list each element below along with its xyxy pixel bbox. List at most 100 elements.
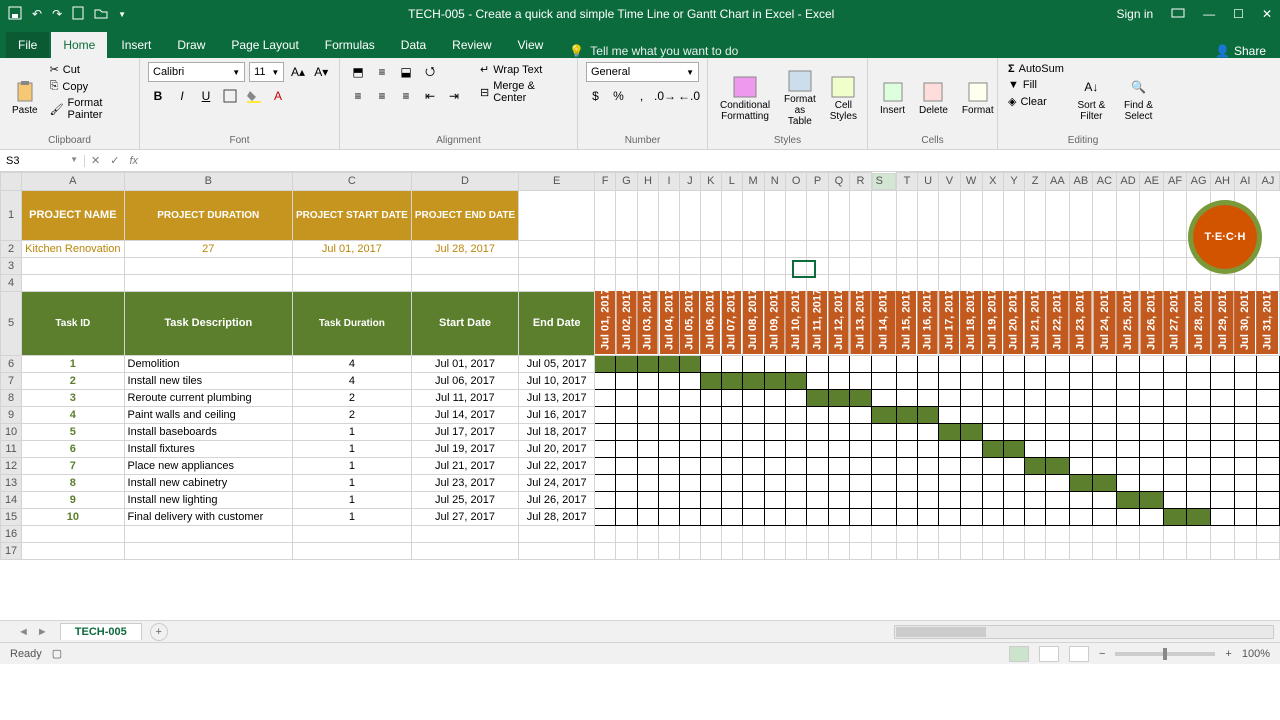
tab-view[interactable]: View [506,32,556,58]
cell[interactable] [1256,274,1279,291]
decimal-inc-icon[interactable]: .0→ [655,86,675,106]
gantt-cell[interactable] [700,508,721,525]
cell[interactable] [1025,274,1046,291]
gantt-cell[interactable] [700,474,721,491]
currency-icon[interactable]: $ [586,86,605,106]
gantt-cell[interactable] [1116,372,1140,389]
gantt-cell[interactable] [1046,440,1069,457]
cell[interactable] [917,525,938,542]
date-hdr-19[interactable]: Jul 20, 2017 [1003,291,1024,355]
row-header-5[interactable]: 5 [1,291,22,355]
date-hdr-1[interactable]: Jul 02, 2017 [616,291,638,355]
italic-button[interactable]: I [172,86,192,106]
cell[interactable] [1234,274,1256,291]
gantt-cell[interactable] [742,406,764,423]
task-desc[interactable]: Install baseboards [124,423,292,440]
gantt-cell[interactable] [1256,372,1279,389]
gantt-cell[interactable] [637,355,658,372]
gantt-cell[interactable] [1234,491,1256,508]
cell[interactable] [785,274,807,291]
gantt-cell[interactable] [785,389,807,406]
cell[interactable] [917,257,938,274]
gantt-cell[interactable] [616,457,638,474]
cell[interactable] [785,190,807,240]
proj-name-val[interactable]: Kitchen Renovation [22,240,124,257]
cell[interactable] [960,190,982,240]
task-id[interactable]: 6 [22,440,124,457]
gantt-cell[interactable] [785,423,807,440]
date-hdr-14[interactable]: Jul 15, 2017 [896,291,917,355]
col-header-AA[interactable]: AA [1046,173,1069,191]
task-id[interactable]: 8 [22,474,124,491]
date-hdr-6[interactable]: Jul 07, 2017 [721,291,742,355]
gantt-cell[interactable] [850,389,871,406]
format-cells-button[interactable]: Format [958,62,998,135]
task-desc[interactable]: Install new lighting [124,491,292,508]
gantt-cell[interactable] [1046,423,1069,440]
cell[interactable] [1256,542,1279,559]
ribbon-options-icon[interactable] [1171,7,1185,21]
gantt-cell[interactable] [595,372,616,389]
gantt-cell[interactable] [721,372,742,389]
col-header-AD[interactable]: AD [1116,173,1140,191]
cell[interactable] [595,525,616,542]
name-box[interactable]: S3▼ [0,155,85,167]
gantt-cell[interactable] [807,508,828,525]
gantt-cell[interactable] [1116,355,1140,372]
date-hdr-7[interactable]: Jul 08, 2017 [742,291,764,355]
cell[interactable] [917,190,938,240]
cell[interactable] [828,257,850,274]
cell[interactable] [22,257,124,274]
gantt-cell[interactable] [1003,491,1024,508]
proj-ed-val[interactable]: Jul 28, 2017 [411,240,518,257]
gantt-cell[interactable] [1069,389,1092,406]
cell[interactable] [659,525,680,542]
cell[interactable] [700,257,721,274]
cell[interactable] [1211,274,1235,291]
task-desc[interactable]: Reroute current plumbing [124,389,292,406]
cell[interactable] [1003,257,1024,274]
gantt-cell[interactable] [700,406,721,423]
cell[interactable] [637,542,658,559]
cell[interactable] [1140,274,1163,291]
font-color-button[interactable]: A [268,86,288,106]
cell[interactable] [659,542,680,559]
proj-ed-hdr[interactable]: PROJECT END DATE [411,190,518,240]
sheet-nav-next-icon[interactable]: ► [37,626,48,638]
cell[interactable] [764,190,785,240]
task-dur[interactable]: 1 [292,457,411,474]
gantt-cell[interactable] [1163,389,1186,406]
gantt-cell[interactable] [939,508,960,525]
cell[interactable] [982,190,1003,240]
gantt-cell[interactable] [1140,474,1163,491]
gantt-cell[interactable] [960,423,982,440]
cell[interactable] [960,274,982,291]
gantt-cell[interactable] [1256,491,1279,508]
number-format-select[interactable]: General▼ [586,62,699,82]
gantt-cell[interactable] [679,440,700,457]
gantt-cell[interactable] [1116,474,1140,491]
task-ed[interactable]: Jul 20, 2017 [519,440,595,457]
gantt-cell[interactable] [637,423,658,440]
date-hdr-16[interactable]: Jul 17, 2017 [939,291,960,355]
gantt-cell[interactable] [1256,355,1279,372]
cell[interactable] [1234,525,1256,542]
gantt-cell[interactable] [785,508,807,525]
enter-formula-icon[interactable]: ✓ [110,154,119,167]
cell[interactable] [960,240,982,257]
cell[interactable] [616,257,638,274]
gantt-cell[interactable] [659,406,680,423]
gantt-cell[interactable] [785,457,807,474]
date-hdr-26[interactable]: Jul 27, 2017 [1163,291,1186,355]
cell[interactable] [1116,274,1140,291]
cut-button[interactable]: ✂Cut [48,62,131,77]
gantt-cell[interactable] [764,372,785,389]
date-hdr-5[interactable]: Jul 06, 2017 [700,291,721,355]
col-header-H[interactable]: H [637,173,658,191]
cell[interactable] [871,542,896,559]
gantt-cell[interactable] [595,491,616,508]
cell[interactable] [939,190,960,240]
col-header-K[interactable]: K [700,173,721,191]
cell[interactable] [1093,257,1117,274]
gantt-cell[interactable] [764,406,785,423]
